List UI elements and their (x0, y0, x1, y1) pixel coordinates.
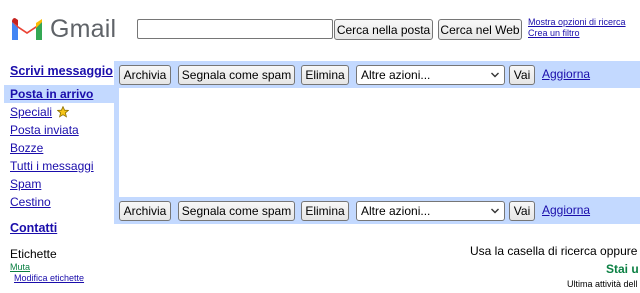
chevron-down-icon (490, 205, 500, 219)
sidebar-item-label[interactable]: Tutti i messaggi (10, 159, 94, 173)
gmail-logo[interactable]: Gmail (10, 14, 116, 44)
gmail-envelope-icon (12, 18, 42, 40)
search-options: Mostra opzioni di ricerca Crea un filtro (528, 17, 626, 39)
search-web-button[interactable]: Cerca nel Web (438, 19, 522, 40)
labels-heading: Etichette (10, 247, 57, 261)
sidebar-item-label[interactable]: Bozze (10, 141, 43, 155)
archive-button[interactable]: Archivia (119, 201, 171, 221)
search-hint-text: Usa la casella di ricerca oppure l (470, 244, 640, 258)
toolbar-bottom: Archivia Segnala come spam Elimina Altre… (114, 197, 640, 224)
report-spam-button[interactable]: Segnala come spam (178, 201, 295, 221)
last-activity-text: Ultima attività dell (567, 279, 638, 289)
label-muta[interactable]: Muta (10, 262, 30, 272)
search-input[interactable] (137, 19, 333, 39)
create-filter-link[interactable]: Crea un filtro (528, 28, 626, 39)
sidebar-item-inbox[interactable]: Posta in arrivo (4, 85, 114, 103)
sidebar-nav: Posta in arrivo Speciali Posta inviata B… (4, 85, 114, 211)
sidebar-item-all-mail[interactable]: Tutti i messaggi (4, 157, 114, 175)
sidebar-item-label[interactable]: Spam (10, 177, 41, 191)
archive-button[interactable]: Archivia (119, 65, 171, 85)
report-spam-button[interactable]: Segnala come spam (178, 65, 295, 85)
sidebar-item-sent[interactable]: Posta inviata (4, 121, 114, 139)
go-button[interactable]: Vai (509, 201, 535, 221)
sidebar-item-label[interactable]: Posta inviata (10, 123, 79, 137)
toolbar-top: Archivia Segnala come spam Elimina Altre… (114, 61, 640, 88)
promo-text: Stai u (606, 262, 639, 276)
contacts-link[interactable]: Contatti (10, 221, 57, 235)
more-actions-select[interactable]: Altre azioni... (356, 65, 505, 85)
compose-link[interactable]: Scrivi messaggio (10, 64, 113, 78)
search-mail-button[interactable]: Cerca nella posta (334, 19, 433, 40)
chevron-down-icon (490, 69, 500, 83)
refresh-link[interactable]: Aggiorna (542, 67, 590, 81)
refresh-link[interactable]: Aggiorna (542, 203, 590, 217)
sidebar-item-trash[interactable]: Cestino (4, 193, 114, 211)
edit-labels-link[interactable]: Modifica etichette (14, 273, 84, 283)
delete-button[interactable]: Elimina (301, 65, 349, 85)
logo-text: Gmail (50, 14, 117, 43)
sidebar-item-label[interactable]: Speciali (10, 105, 52, 119)
more-actions-value: Altre azioni... (361, 68, 431, 82)
more-actions-value: Altre azioni... (361, 204, 431, 218)
sidebar-item-drafts[interactable]: Bozze (4, 139, 114, 157)
sidebar-item-spam[interactable]: Spam (4, 175, 114, 193)
message-list[interactable] (118, 88, 640, 197)
delete-button[interactable]: Elimina (301, 201, 349, 221)
advanced-search-link[interactable]: Mostra opzioni di ricerca (528, 17, 626, 28)
sidebar-item-starred[interactable]: Speciali (4, 103, 114, 121)
sidebar-item-label[interactable]: Cestino (10, 195, 51, 209)
go-button[interactable]: Vai (509, 65, 535, 85)
sidebar-item-label[interactable]: Posta in arrivo (10, 87, 93, 101)
more-actions-select[interactable]: Altre azioni... (356, 201, 505, 221)
